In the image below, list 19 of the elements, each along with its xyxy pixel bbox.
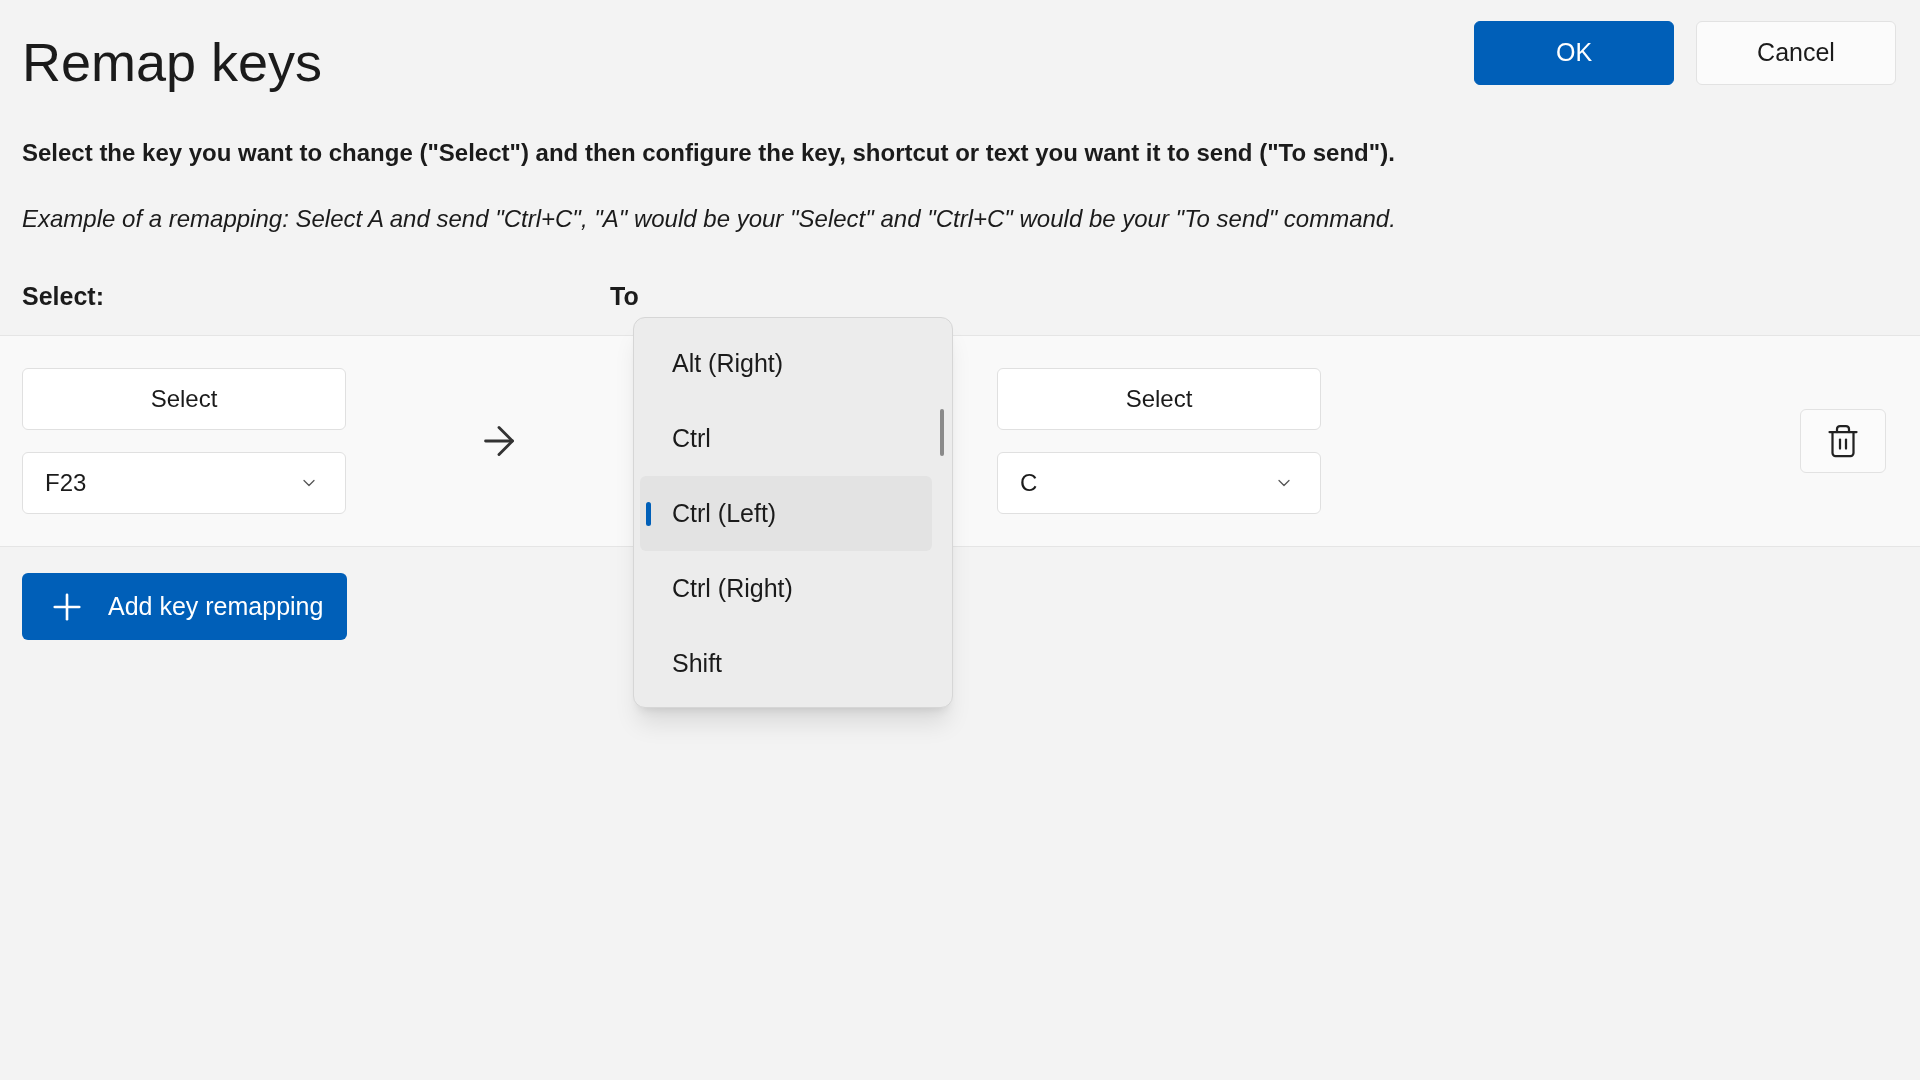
column-header: To	[610, 281, 639, 313]
key-dropdown[interactable]: F23	[22, 452, 346, 514]
dropdown-item[interactable]: Ctrl (Right)	[640, 551, 932, 626]
selection-indicator	[646, 502, 651, 526]
column-header: Select:	[22, 281, 105, 313]
dropdown-item[interactable]: Alt (Right)	[640, 326, 932, 401]
dropdown-item[interactable]: Ctrl (Left)	[640, 476, 932, 551]
select-key-button[interactable]: Select	[22, 368, 346, 430]
key-dropdown[interactable]: C	[997, 452, 1321, 514]
add-key-remapping-button[interactable]: Add key remapping	[22, 573, 348, 640]
delete-button[interactable]	[1800, 409, 1886, 473]
dropdown-item[interactable]: Ctrl	[640, 401, 932, 476]
scrollbar-thumb[interactable]	[940, 409, 944, 456]
ok-button[interactable]: OK	[1474, 21, 1674, 85]
dropdown-item[interactable]: Shift	[640, 626, 932, 701]
description-text: Select the key you want to change ("Select") and then configure the key, shortcut or text you want it to send ("To send").	[22, 138, 1396, 168]
cancel-button[interactable]: Cancel	[1696, 21, 1896, 85]
select-key-button[interactable]: Select	[997, 368, 1321, 430]
example-text: Example of a remapping: Select A and send "Ctrl+C", "A" would be your "Select" and "Ctrl+C" would be your "To send" command.	[22, 204, 1397, 234]
